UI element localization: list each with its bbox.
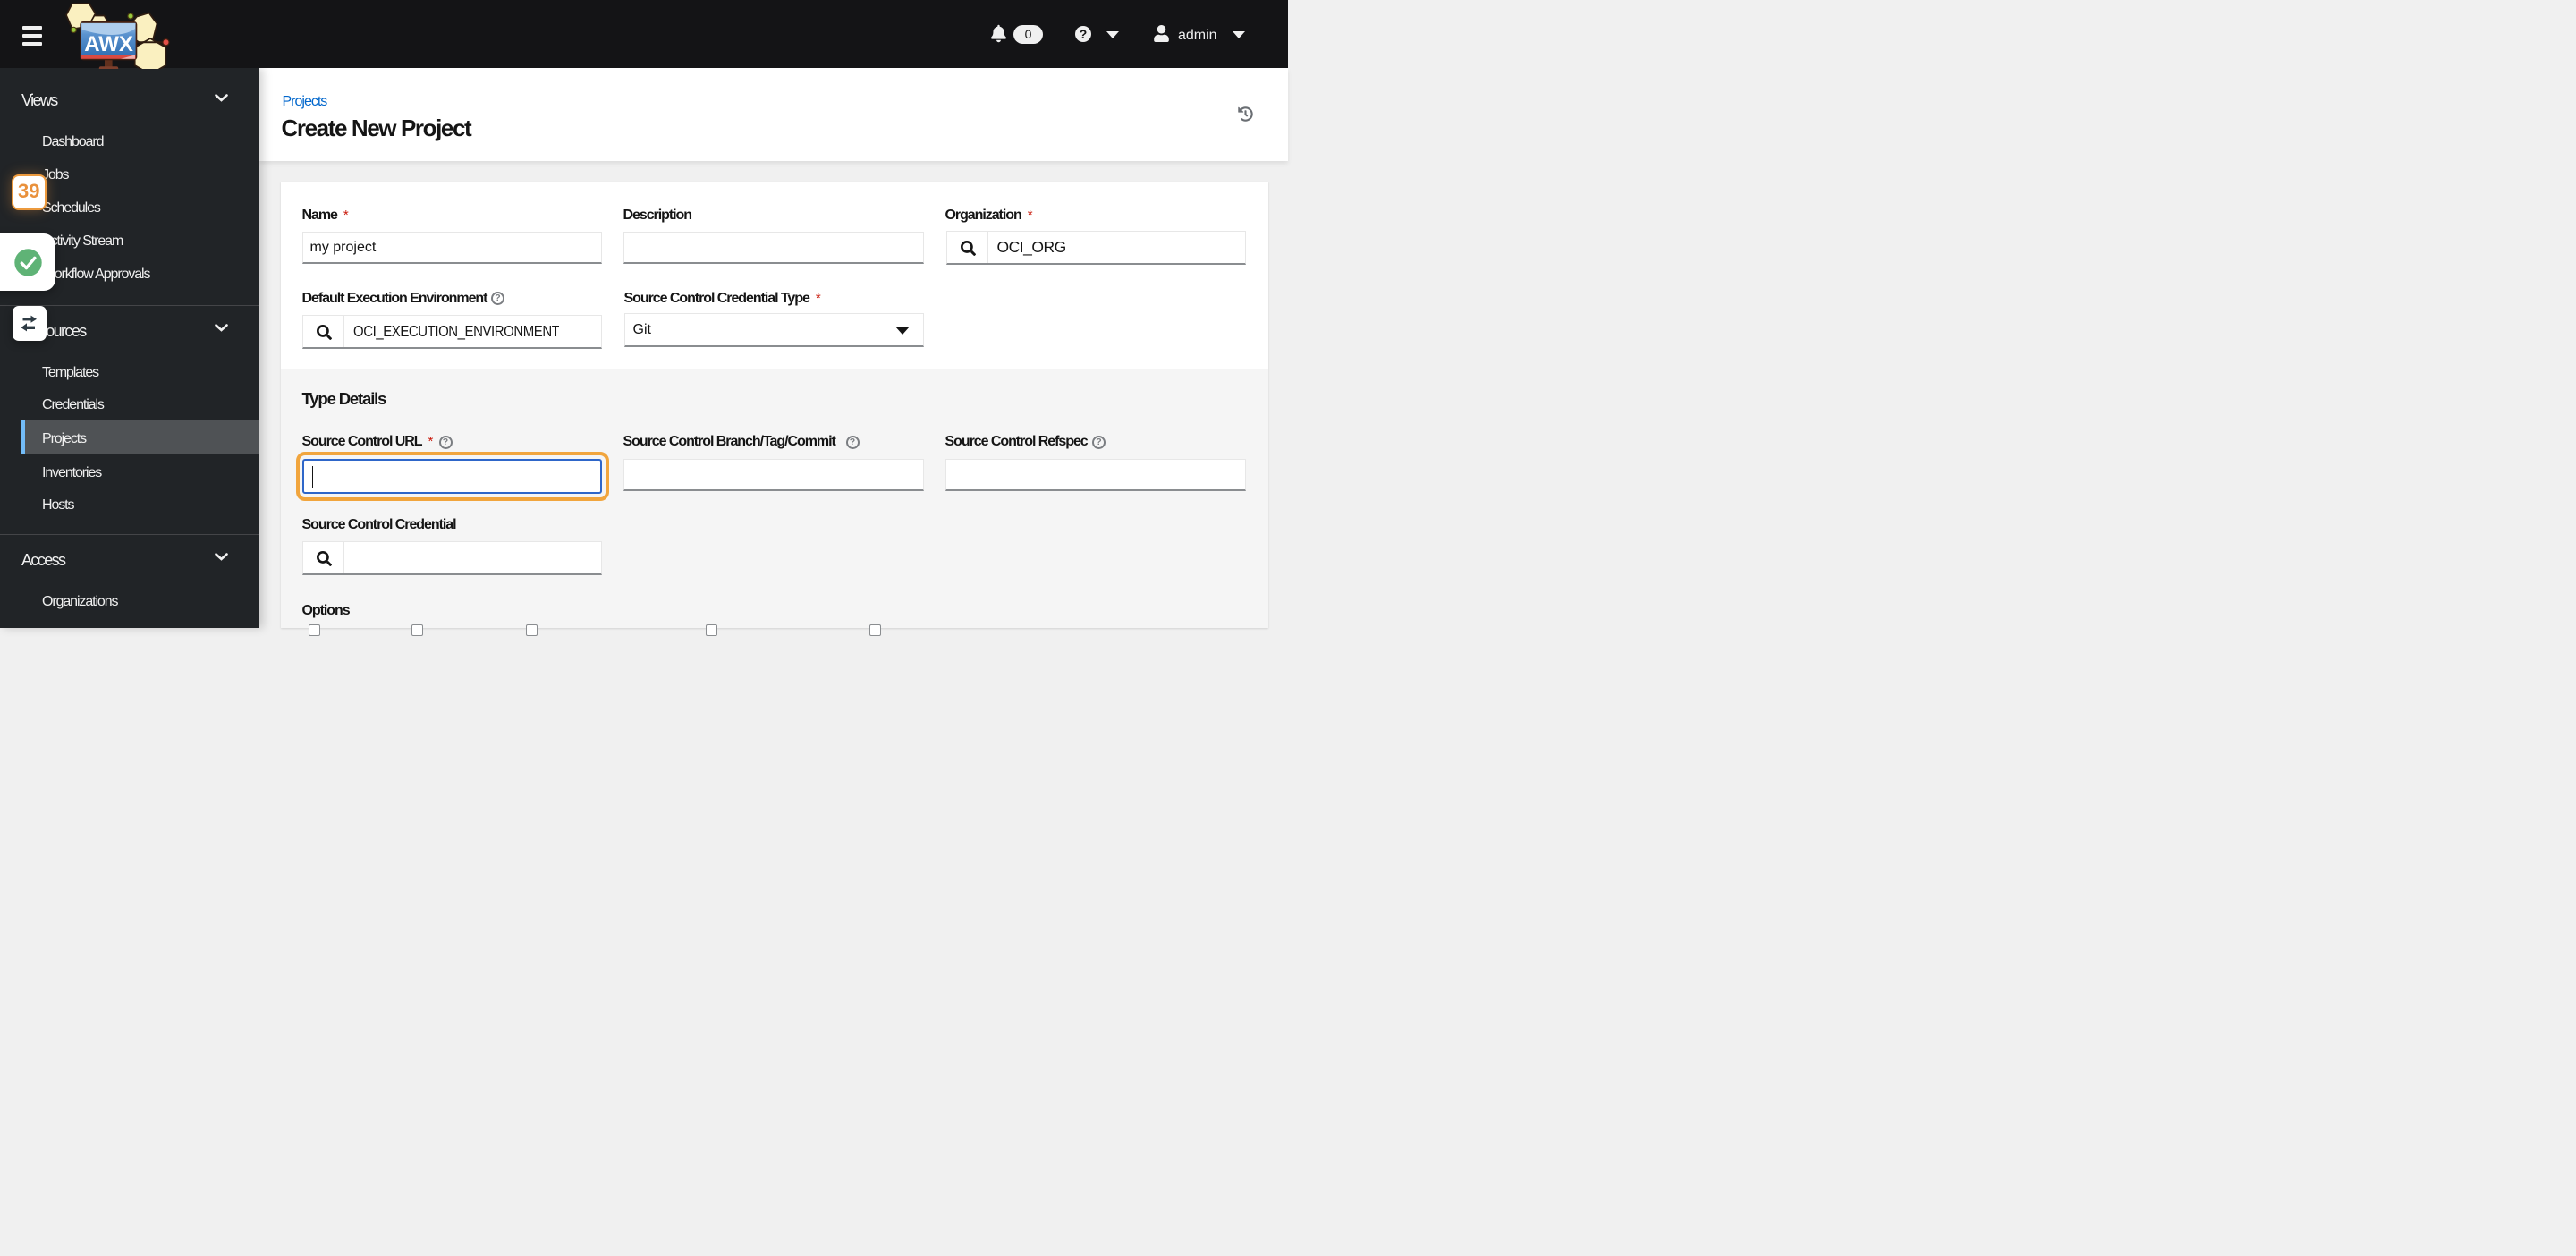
svg-text:AWX: AWX: [84, 32, 133, 56]
